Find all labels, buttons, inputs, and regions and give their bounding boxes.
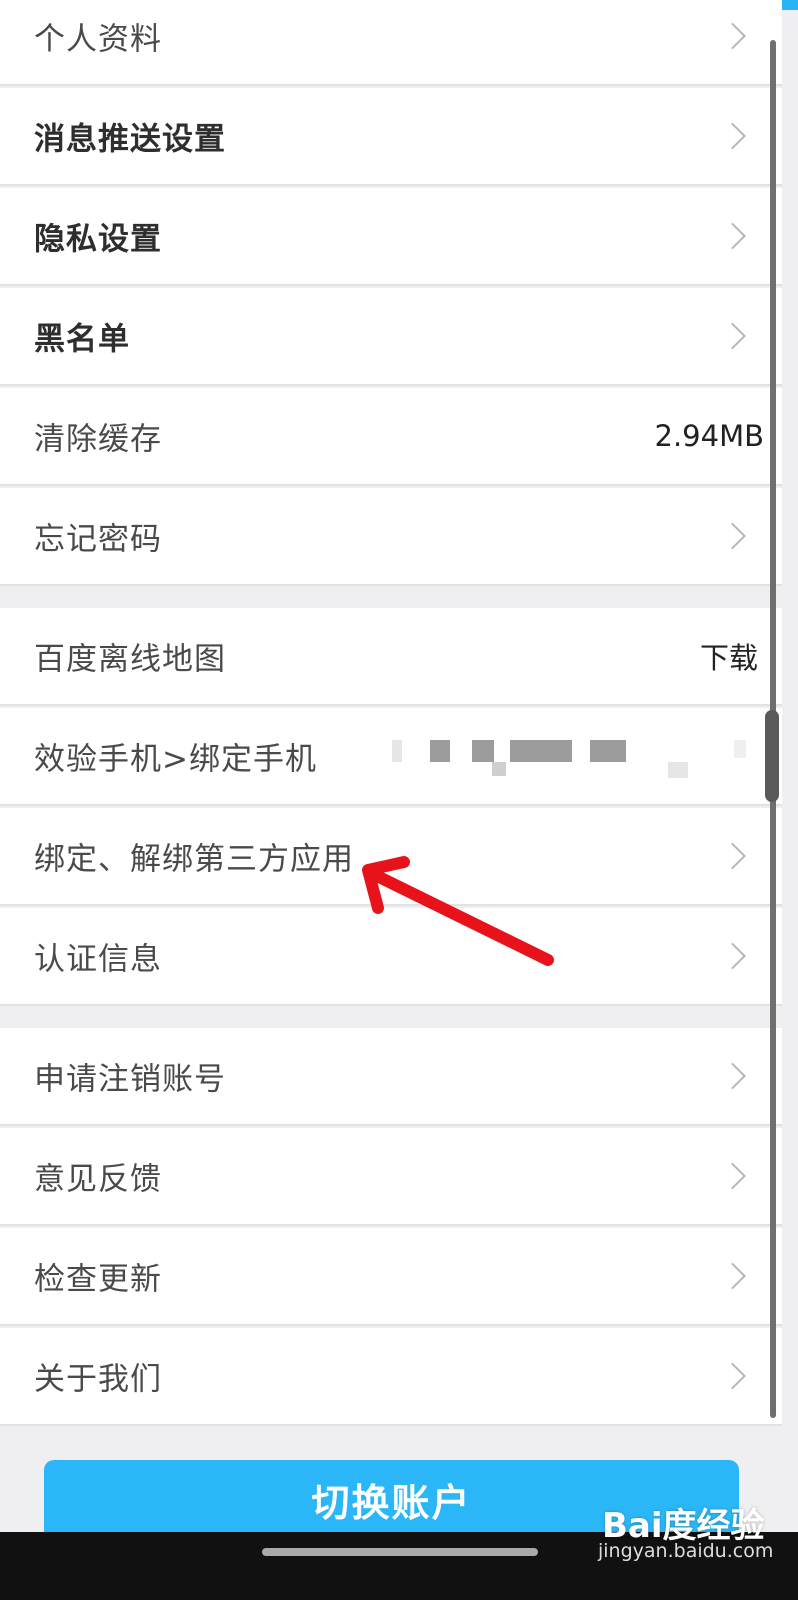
red-annotation-arrow-icon <box>362 856 554 966</box>
